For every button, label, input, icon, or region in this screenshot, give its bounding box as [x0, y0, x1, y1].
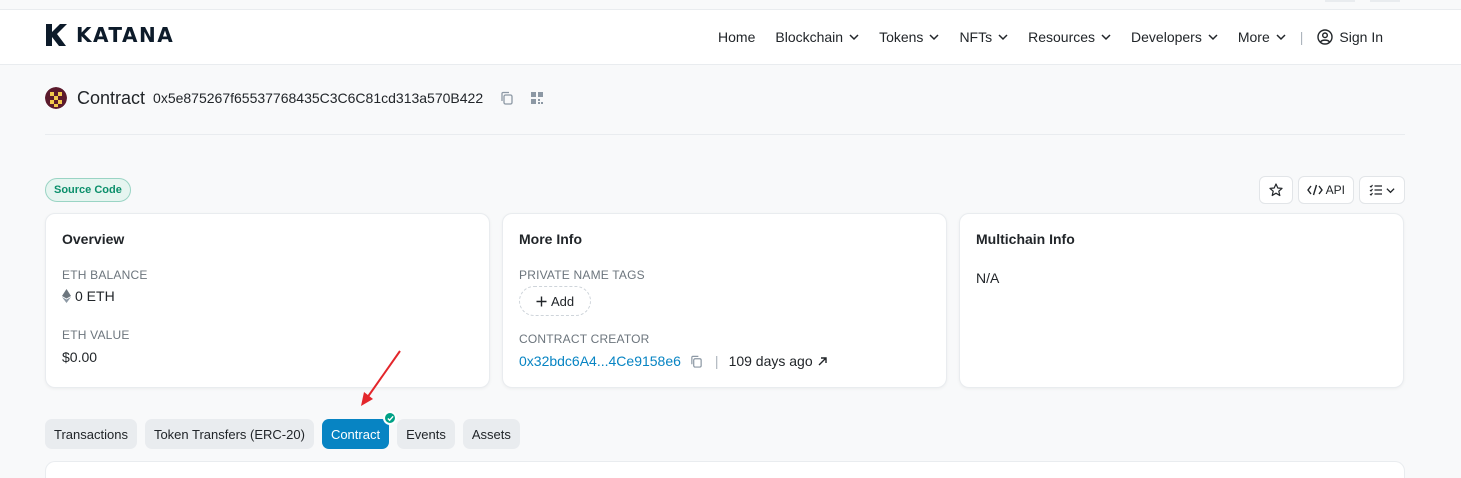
main-nav: Home Blockchain Tokens NFTs Resources De…: [708, 10, 1393, 64]
source-code-badge-label: Source Code: [54, 184, 122, 196]
chevron-down-icon: [1276, 34, 1286, 41]
tab-content-panel: [45, 461, 1405, 478]
favorite-button[interactable]: [1258, 176, 1293, 204]
multichain-value: N/A: [976, 270, 1000, 286]
more-info-card: More Info PRIVATE NAME TAGS Add CONTRACT…: [502, 213, 947, 388]
brand-name: KATANA: [76, 23, 175, 47]
multichain-card-title: Multichain Info: [976, 231, 1075, 247]
nav-nfts-label: NFTs: [959, 29, 993, 45]
eth-balance-value: 0 ETH: [62, 288, 115, 304]
nav-tokens[interactable]: Tokens: [869, 29, 949, 45]
contract-tabs: Transactions Token Transfers (ERC-20) Co…: [45, 411, 520, 449]
header-stub-left: [1325, 0, 1355, 2]
api-button-label: API: [1325, 183, 1345, 197]
nav-resources[interactable]: Resources: [1018, 29, 1121, 45]
tab-transactions-label: Transactions: [54, 426, 128, 442]
nav-tokens-label: Tokens: [879, 29, 924, 45]
overview-card-title: Overview: [62, 231, 125, 247]
overview-card: Overview ETH BALANCE 0 ETH ETH VALUE $0.…: [45, 213, 490, 388]
creator-address-link[interactable]: 0x32bdc6A4...4Ce9158e6: [519, 353, 681, 369]
contract-avatar: [45, 87, 67, 109]
title-divider: [45, 134, 1405, 135]
eth-value-amount: $0.00: [62, 349, 98, 365]
tab-events-label: Events: [406, 426, 446, 442]
eth-balance-label: ETH BALANCE: [62, 268, 148, 282]
more-info-card-title: More Info: [519, 231, 582, 247]
tab-contract[interactable]: Contract: [321, 411, 398, 449]
code-icon: [1306, 184, 1323, 196]
plus-icon: [536, 296, 547, 306]
nav-blockchain-label: Blockchain: [775, 29, 844, 45]
nav-nfts[interactable]: NFTs: [949, 29, 1018, 45]
chevron-down-icon: [1386, 187, 1395, 193]
qr-code-icon[interactable]: [529, 90, 545, 106]
chevron-down-icon: [1101, 34, 1111, 41]
sign-in-label: Sign In: [1339, 29, 1383, 45]
annotation-arrow: [361, 350, 401, 406]
api-button[interactable]: API: [1297, 176, 1354, 204]
contract-creator-label: CONTRACT CREATOR: [519, 332, 650, 346]
star-icon: [1269, 183, 1283, 197]
nav-home[interactable]: Home: [708, 29, 765, 45]
tab-assets-label: Assets: [471, 426, 511, 442]
nav-more[interactable]: More: [1228, 29, 1296, 45]
eth-balance-amount: 0 ETH: [75, 288, 115, 304]
multichain-card: Multichain Info N/A: [959, 213, 1404, 388]
tab-token-transfers[interactable]: Token Transfers (ERC-20): [144, 419, 314, 449]
tab-events[interactable]: Events: [397, 419, 455, 449]
tab-transactions[interactable]: Transactions: [45, 419, 137, 449]
page-title: Contract: [77, 87, 146, 108]
checklist-icon: [1369, 184, 1382, 196]
source-code-badge[interactable]: Source Code: [45, 178, 131, 202]
nav-divider: |: [1299, 29, 1304, 45]
site-header: KATANA Home Blockchain Tokens NFTs Resou…: [0, 9, 1461, 65]
chevron-down-icon: [998, 34, 1008, 41]
nav-blockchain[interactable]: Blockchain: [765, 29, 869, 45]
contract-creator-row: 0x32bdc6A4...4Ce9158e6 | 109 days ago: [519, 353, 828, 369]
creator-separator: |: [714, 353, 719, 369]
copy-icon[interactable]: [689, 353, 705, 369]
ethereum-icon: [62, 289, 71, 303]
add-name-tag-label: Add: [551, 293, 575, 309]
eth-value-label: ETH VALUE: [62, 328, 130, 342]
action-buttons: API: [1258, 176, 1405, 204]
copy-icon[interactable]: [499, 90, 515, 106]
arrow-up-right-icon: [818, 356, 827, 365]
katana-logo-icon: [46, 24, 67, 46]
chevron-down-icon: [1208, 34, 1218, 41]
verified-check-icon: [383, 411, 398, 425]
nav-home-label: Home: [718, 29, 756, 45]
tab-contract-label: Contract: [330, 426, 381, 442]
tab-assets[interactable]: Assets: [462, 419, 520, 449]
creator-age-link[interactable]: 109 days ago: [729, 353, 813, 369]
contract-address: 0x5e875267f65537768435C3C6C81cd313a570B4…: [153, 90, 484, 106]
nav-more-label: More: [1237, 29, 1270, 45]
chevron-down-icon: [849, 34, 859, 41]
nav-developers-label: Developers: [1131, 29, 1202, 45]
tab-token-transfers-label: Token Transfers (ERC-20): [153, 426, 305, 442]
nav-resources-label: Resources: [1028, 29, 1096, 45]
user-circle-icon: [1317, 29, 1334, 45]
contract-title-row: Contract 0x5e875267f65537768435C3C6C81cd…: [45, 87, 559, 109]
header-stub-right: [1370, 0, 1400, 2]
chevron-down-icon: [929, 34, 939, 41]
add-name-tag-button[interactable]: Add: [519, 286, 592, 316]
nav-developers[interactable]: Developers: [1121, 29, 1228, 45]
private-name-tags-label: PRIVATE NAME TAGS: [519, 268, 645, 282]
sign-in-link[interactable]: Sign In: [1307, 29, 1393, 45]
list-options-button[interactable]: [1359, 176, 1405, 204]
katana-logo[interactable]: KATANA: [44, 22, 174, 48]
